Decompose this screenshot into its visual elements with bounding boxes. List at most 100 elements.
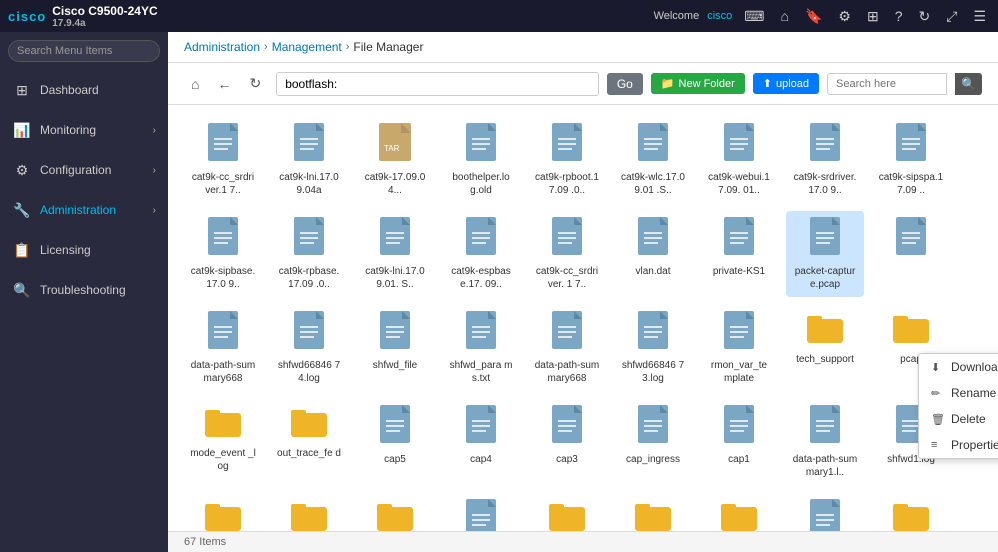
file-item[interactable] <box>872 211 950 297</box>
file-item[interactable]: vlan.dat <box>614 211 692 297</box>
file-item[interactable]: private-KS1 <box>700 211 778 297</box>
file-item[interactable]: rmon_var_te mplate <box>700 305 778 391</box>
sidebar-item-troubleshooting[interactable]: 🔍 Troubleshooting <box>0 270 168 310</box>
file-item[interactable]: shfwd_para ms.txt <box>442 305 520 391</box>
file-item[interactable]: cat9k-espbase.17. 09.. <box>442 211 520 297</box>
file-item[interactable]: cat9k-lni.17.09.04a <box>270 117 348 203</box>
file-item[interactable]: cap4 <box>442 399 520 485</box>
file-item[interactable] <box>700 493 778 531</box>
file-item[interactable] <box>614 493 692 531</box>
file-item[interactable]: cat9k-wlc.17.09.01 .S.. <box>614 117 692 203</box>
sidebar-item-configuration[interactable]: ⚙ Configuration › <box>0 150 168 190</box>
file-name: cat9k-srdriver.17.0 9.. <box>792 171 858 197</box>
file-item[interactable]: data-path-summary1.l.. <box>786 399 864 485</box>
expand-icon[interactable]: ⤢ <box>942 6 961 27</box>
file-item[interactable]: cat9k-sipspa.17.09 .. <box>872 117 950 203</box>
sidebar-item-dashboard[interactable]: ⊞ Dashboard <box>0 70 168 110</box>
home-topbar-icon[interactable]: ⌂ <box>777 6 793 26</box>
file-item[interactable]: cap3 <box>528 399 606 485</box>
file-item[interactable]: onep <box>270 493 348 531</box>
grid-icon[interactable]: ⊞ <box>863 6 883 27</box>
file-item[interactable]: cat9k-lni.17.09.01. S.. <box>356 211 434 297</box>
new-folder-button[interactable]: 📁 New Folder <box>651 73 745 94</box>
file-icon <box>552 123 582 167</box>
folder-icon <box>893 499 929 531</box>
context-menu-item-properties[interactable]: ≡ Properties <box>919 432 998 458</box>
sidebar: ⊞ Dashboard 📊 Monitoring › ⚙ Configurati… <box>0 32 168 552</box>
sidebar-item-administration[interactable]: 🔧 Administration › <box>0 190 168 230</box>
context-menu-item-delete[interactable]: 🗑Delete <box>919 406 998 432</box>
folder-icon <box>721 499 757 531</box>
properties-icon: ≡ <box>931 439 945 451</box>
file-item[interactable]: pnp-tech <box>184 493 262 531</box>
file-item[interactable] <box>528 493 606 531</box>
search-here-button[interactable]: 🔍 <box>955 73 982 95</box>
search-here-input[interactable] <box>827 73 947 95</box>
file-name: cat9k-rpbase.17.09 .0.. <box>276 265 342 291</box>
file-item[interactable]: cat9k-webui.17.09. 01.. <box>700 117 778 203</box>
folder-icon <box>291 499 327 531</box>
file-item[interactable]: data-path-summary668 <box>528 305 606 391</box>
sidebar-item-monitoring[interactable]: 📊 Monitoring › <box>0 110 168 150</box>
file-item[interactable]: cat9k-srdriver.17.0 9.. <box>786 117 864 203</box>
file-icon <box>810 123 840 167</box>
file-item[interactable]: cat9k-cc_srdriver. 1 7.. <box>528 211 606 297</box>
file-item[interactable]: data-path-summary668 <box>184 305 262 391</box>
file-name: mode_event _log <box>190 447 256 473</box>
file-manager-toolbar: ⌂ ← ↻ Go 📁 New Folder ⬆ upload 🔍 <box>168 63 998 105</box>
rename-icon: ✏ <box>931 387 945 400</box>
file-icon <box>810 405 840 449</box>
file-item[interactable]: shfwd66846 74.log <box>270 305 348 391</box>
file-item[interactable]: shfwd_file <box>356 305 434 391</box>
back-button[interactable]: ← <box>210 72 238 96</box>
file-item[interactable]: cap_ingress <box>614 399 692 485</box>
file-item[interactable]: tech_support <box>786 305 864 391</box>
file-item[interactable]: boothelper.lo g.old <box>442 117 520 203</box>
search-input[interactable] <box>8 40 160 62</box>
sidebar-item-label: Dashboard <box>40 83 99 97</box>
file-item[interactable]: cap1 <box>700 399 778 485</box>
refresh-icon[interactable]: ↻ <box>915 6 935 27</box>
file-item[interactable]: cat9k-cc_srdriver.1 7.. <box>184 117 262 203</box>
file-item[interactable]: cat9k-rpboot.17.09 .0.. <box>528 117 606 203</box>
topbar-right: Welcome cisco ⌨ ⌂ 🔖 ⚙ ⊞ ? ↻ ⤢ ☰ <box>654 6 990 27</box>
sidebar-item-label: Configuration <box>40 163 111 177</box>
breadcrumb-management[interactable]: Management <box>272 40 342 54</box>
file-item[interactable]: cap5 <box>356 399 434 485</box>
file-name: out_trace_fe d <box>277 447 341 460</box>
go-button[interactable]: Go <box>607 73 643 95</box>
path-input[interactable] <box>276 72 599 96</box>
help-icon[interactable]: ? <box>891 6 907 26</box>
file-item[interactable]: out_trace_fe d <box>270 399 348 485</box>
file-item[interactable]: Tbot <box>356 493 434 531</box>
folder-icon <box>291 405 327 443</box>
file-name: cat9k-webui.17.09. 01.. <box>706 171 772 197</box>
bookmarks-icon[interactable]: 🔖 <box>801 6 826 27</box>
settings-icon[interactable]: ⚙ <box>834 6 855 27</box>
file-item[interactable] <box>786 493 864 531</box>
context-menu-label: Rename <box>951 386 996 400</box>
file-item[interactable]: cat9k-rpbase.17.09 .0.. <box>270 211 348 297</box>
file-name: cat9k-lni.17.09.04a <box>276 171 342 197</box>
file-item[interactable] <box>872 493 950 531</box>
context-menu-item-download[interactable]: ⬇Download <box>919 354 998 380</box>
menu-icon[interactable]: ☰ <box>969 6 990 27</box>
keyboard-icon[interactable]: ⌨ <box>740 6 768 27</box>
file-item[interactable]: shfwd66846 73.log <box>614 305 692 391</box>
topbar: cisco Cisco C9500-24YC 17.9.4a Welcome c… <box>0 0 998 32</box>
upload-button[interactable]: ⬆ upload <box>753 73 819 94</box>
refresh-button[interactable]: ↻ <box>242 71 268 96</box>
context-menu-item-rename[interactable]: ✏ Rename <box>919 380 998 406</box>
file-item[interactable]: cat9k-sipbase.17.0 9.. <box>184 211 262 297</box>
file-item[interactable]: packet-capture.pcap <box>786 211 864 297</box>
home-button[interactable]: ⌂ <box>184 72 206 96</box>
breadcrumb-administration[interactable]: Administration <box>184 40 260 54</box>
file-item[interactable]: TARcat9k-17.09.04... <box>356 117 434 203</box>
context-menu-label: Properties <box>951 438 998 452</box>
file-item[interactable]: mode_event _log <box>184 399 262 485</box>
main-layout: ⊞ Dashboard 📊 Monitoring › ⚙ Configurati… <box>0 32 998 552</box>
file-name: data-path-summary1.l.. <box>792 453 858 479</box>
sidebar-item-licensing[interactable]: 📋 Licensing <box>0 230 168 270</box>
file-name: cap3 <box>556 453 578 466</box>
file-item[interactable] <box>442 493 520 531</box>
